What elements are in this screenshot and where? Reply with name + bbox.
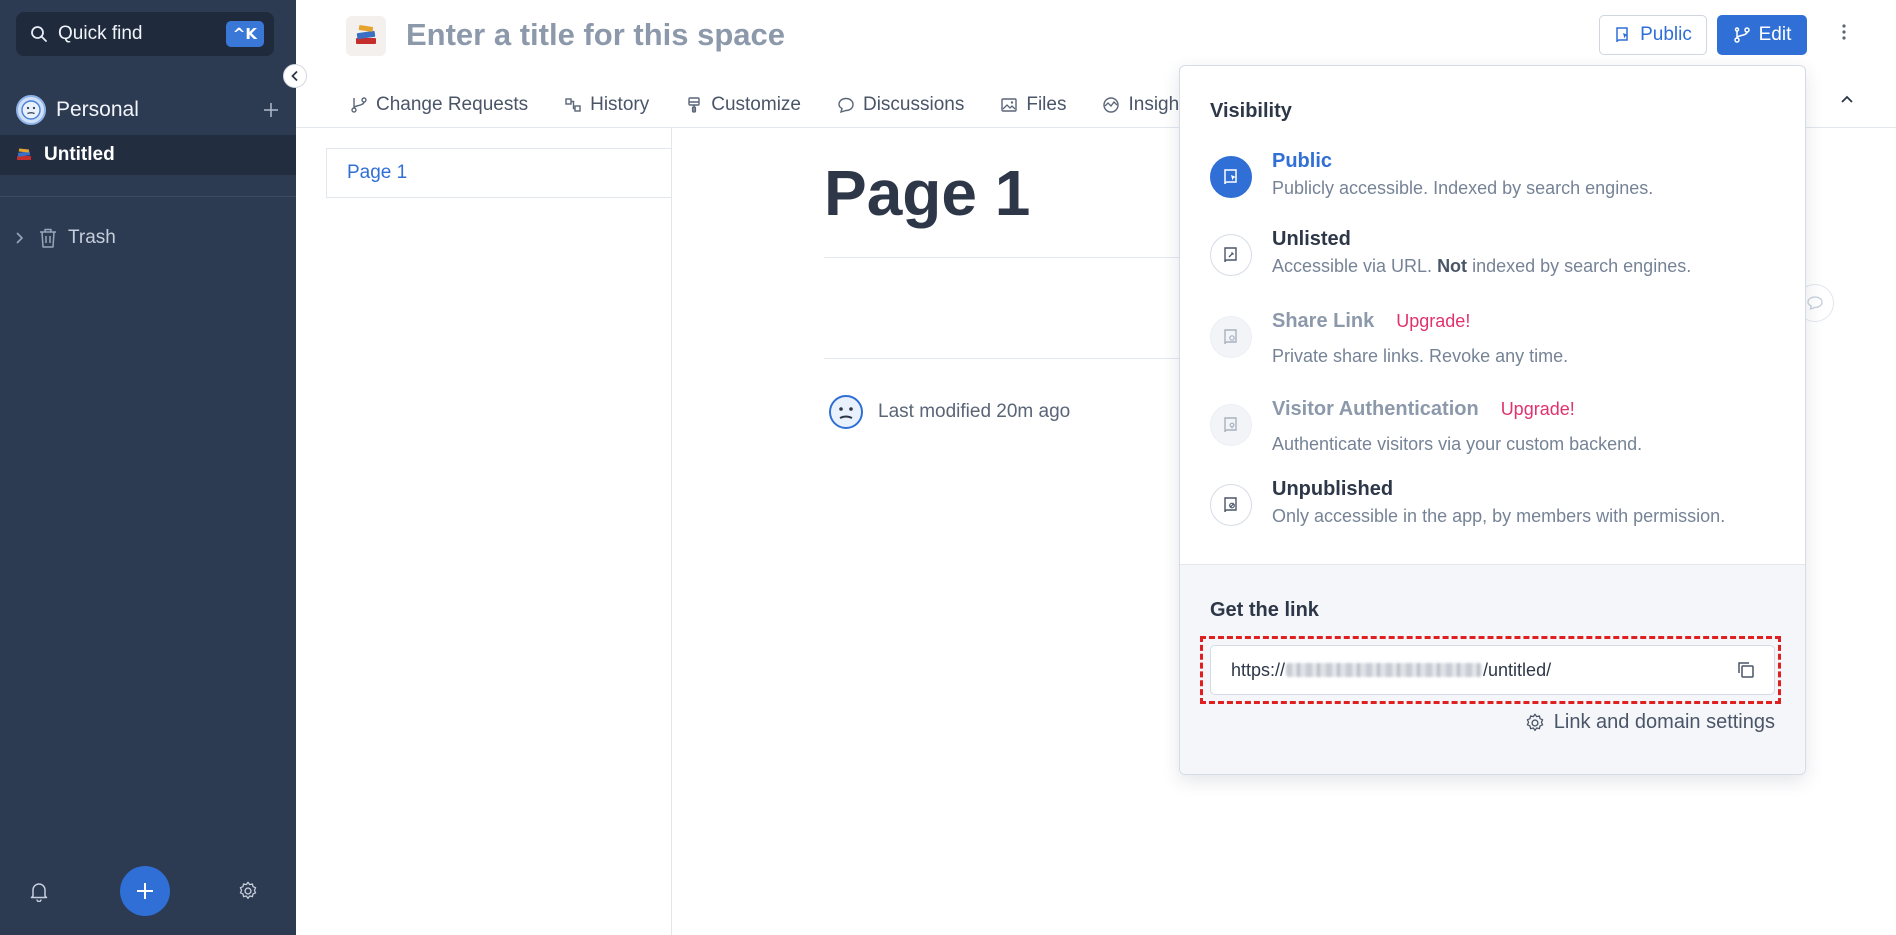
personal-section-header[interactable]: Personal [16,94,280,126]
insights-icon [1102,96,1120,114]
last-modified: Last modified 20m ago [828,394,1070,430]
visitor-auth-book-icon [1210,404,1252,446]
unpublished-book-icon [1210,484,1252,526]
divider [824,257,1184,258]
sidebar-item-label: Untitled [44,144,115,165]
public-button-label: Public [1640,24,1692,45]
link-settings-label: Link and domain settings [1553,711,1775,733]
option-title: Unlisted [1272,228,1351,250]
avatar [828,394,864,430]
sidebar-divider [0,196,296,197]
tab-label: Discussions [862,93,965,115]
brush-icon [685,96,703,114]
tab-files[interactable]: Files [1000,94,1066,116]
edit-button[interactable]: Edit [1717,15,1807,55]
option-description: Authenticate visitors via your custom ba… [1272,434,1643,454]
tab-insights[interactable]: Insigh [1102,94,1179,116]
space-title-input[interactable]: Enter a title for this space [406,17,785,53]
tab-discussions[interactable]: Discussions [837,94,964,116]
link-domain-settings-link[interactable]: Link and domain settings [1524,711,1775,734]
space-emoji-icon[interactable] [346,16,386,56]
unlisted-book-icon [1210,234,1252,276]
sidebar: Quick find ^K Personal Untitled Trash [0,0,296,935]
collapse-sidebar-button[interactable] [283,64,307,88]
plus-icon [137,883,153,899]
chat-icon [837,96,855,114]
page-tree-label: Page 1 [347,162,408,183]
trash-icon [38,227,58,249]
upgrade-link[interactable]: Upgrade! [1396,311,1470,331]
chevron-left-icon [291,70,298,82]
option-description: Publicly accessible. Indexed by search e… [1272,178,1654,198]
last-modified-label: Last modified 20m ago [878,401,1071,422]
tab-change-requests[interactable]: Change Requests [350,94,528,116]
sidebar-item-trash[interactable]: Trash [14,222,116,254]
option-description: Accessible via URL. Not indexed by searc… [1272,256,1692,276]
search-icon [30,25,48,43]
books-icon [16,147,32,163]
option-description: Only accessible in the app, by members w… [1272,506,1726,526]
chevron-right-icon[interactable] [14,231,24,245]
upgrade-link[interactable]: Upgrade! [1501,399,1575,419]
add-space-icon[interactable] [262,101,280,119]
option-title: Share Link Upgrade! [1272,310,1471,332]
tab-label: History [590,93,650,115]
option-title: Visitor Authentication Upgrade! [1272,398,1575,420]
url-suffix: /untitled/ [1483,659,1552,680]
page-title[interactable]: Page 1 [824,156,1030,230]
chevron-up-icon[interactable] [1840,94,1854,104]
share-url-field[interactable]: https:// /untitled/ [1210,645,1775,695]
history-icon [564,96,582,114]
tab-label: Insigh [1128,93,1180,115]
avatar [16,95,46,125]
tab-history[interactable]: History [564,94,649,116]
gear-icon[interactable] [237,880,259,902]
public-book-icon [1210,156,1252,198]
public-button[interactable]: Public [1599,15,1707,55]
share-link-book-icon [1210,316,1252,358]
sidebar-item-untitled[interactable]: Untitled [0,135,296,175]
edit-button-label: Edit [1758,24,1792,45]
visibility-heading: Visibility [1210,100,1292,122]
gear-icon [1524,712,1546,734]
book-icon [1614,26,1632,44]
trash-label: Trash [68,227,116,248]
tab-label: Customize [711,93,801,115]
create-button[interactable] [120,866,170,916]
tab-label: Change Requests [376,93,529,115]
option-title: Unpublished [1272,478,1394,500]
branch-icon [350,96,368,114]
bell-icon[interactable] [28,880,50,902]
redacted-domain [1286,663,1483,677]
visibility-popover: Visibility Public Publicly accessible. I… [1179,65,1806,775]
copy-icon[interactable] [1736,660,1756,680]
shortcut-badge: ^K [225,21,264,47]
quick-find-label: Quick find [58,23,143,44]
comment-icon [1807,296,1823,311]
branch-icon [1733,26,1751,44]
page-tree-item-page-1[interactable]: Page 1 [326,148,671,198]
section-name: Personal [56,98,139,121]
tab-label: Files [1026,93,1067,115]
option-title: Public [1272,150,1333,172]
space-header: Enter a title for this space Public Edit [296,0,1896,70]
url-prefix: https:// [1231,659,1286,680]
more-options-icon[interactable] [1841,22,1847,42]
tab-customize[interactable]: Customize [685,94,801,116]
content-divider [671,128,672,935]
image-icon [1000,96,1018,114]
get-link-heading: Get the link [1210,599,1319,621]
get-link-section: Get the link https:// /untitled/ Link and… [1180,564,1805,774]
quick-find-button[interactable]: Quick find ^K [16,12,274,56]
sidebar-bottom-bar [0,866,296,918]
divider [824,358,1184,359]
option-description: Private share links. Revoke any time. [1272,346,1569,366]
